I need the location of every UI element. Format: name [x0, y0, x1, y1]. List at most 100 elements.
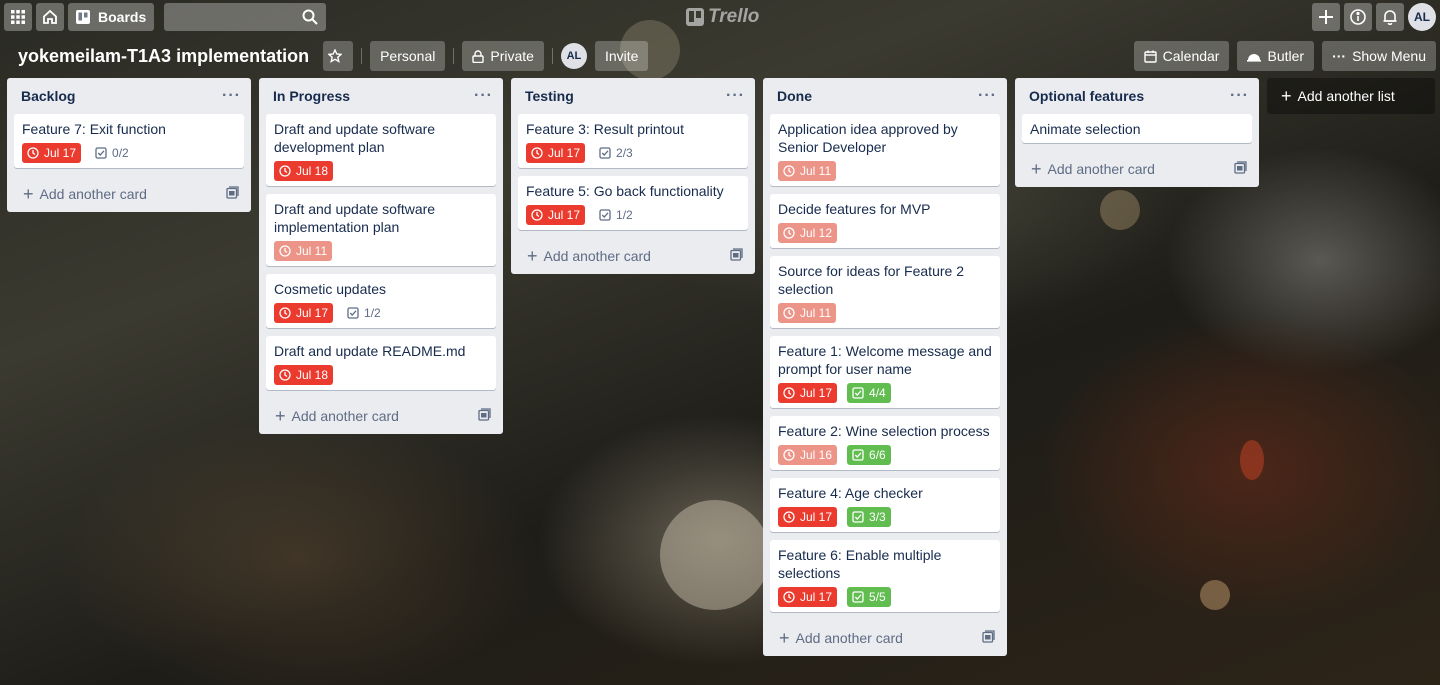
card[interactable]: Feature 1: Welcome message and prompt fo…	[770, 336, 1000, 408]
due-date-badge[interactable]: Jul 17	[778, 507, 838, 527]
add-card-button[interactable]: + Add another card	[259, 398, 503, 434]
plus-icon: +	[23, 184, 34, 204]
list-header[interactable]: Testing ···	[511, 78, 755, 114]
logo-text: Trello	[708, 6, 760, 27]
list-title[interactable]: Backlog	[21, 88, 75, 104]
list-backlog: Backlog ··· Feature 7: Exit function Jul 17…	[7, 78, 251, 212]
due-date-badge[interactable]: Jul 17	[778, 383, 838, 403]
list-menu-icon[interactable]: ···	[978, 87, 997, 105]
due-date: Jul 17	[548, 146, 581, 160]
due-date-badge[interactable]: Jul 11	[274, 241, 333, 261]
add-card-button[interactable]: + Add another card	[7, 176, 251, 212]
add-card-label: Add another card	[39, 186, 147, 202]
create-from-template-button[interactable]	[730, 248, 743, 264]
list-menu-icon[interactable]: ···	[222, 87, 241, 105]
boards-button[interactable]: Boards	[68, 3, 155, 31]
calendar-button[interactable]: Calendar	[1133, 41, 1230, 71]
list-header[interactable]: Done ···	[763, 78, 1007, 114]
due-date-badge[interactable]: Jul 18	[274, 161, 334, 181]
clock-icon	[279, 245, 291, 257]
home-button[interactable]	[36, 3, 64, 31]
due-date-badge[interactable]: Jul 17	[526, 205, 586, 225]
clock-icon	[783, 307, 795, 319]
apps-grid-button[interactable]	[4, 3, 32, 31]
card[interactable]: Application idea approved by Senior Deve…	[770, 114, 1000, 186]
create-from-template-button[interactable]	[982, 630, 995, 646]
list-testing: Testing ··· Feature 3: Result printout Jul …	[511, 78, 755, 274]
card[interactable]: Feature 5: Go back functionality Jul 17 1/…	[518, 176, 748, 230]
card-title: Application idea approved by Senior Deve…	[778, 121, 958, 155]
list-header[interactable]: Optional features ···	[1015, 78, 1259, 114]
list-title[interactable]: Done	[777, 88, 812, 104]
add-card-button[interactable]: + Add another card	[511, 238, 755, 274]
card-badges: Jul 18	[274, 365, 488, 385]
clock-icon	[783, 449, 795, 461]
list-menu-icon[interactable]: ···	[474, 87, 493, 105]
list-menu-icon[interactable]: ···	[1230, 87, 1249, 105]
user-avatar[interactable]: AL	[1408, 3, 1436, 31]
board-title[interactable]: yokemeilam-T1A3 implementation	[18, 46, 309, 67]
visibility-button[interactable]: Private	[462, 41, 544, 71]
due-date-badge[interactable]: Jul 17	[526, 143, 586, 163]
add-list-button[interactable]: + Add another list	[1267, 78, 1435, 114]
card[interactable]: Feature 3: Result printout Jul 17 2/3	[518, 114, 748, 168]
member-avatar[interactable]: AL	[560, 43, 587, 69]
list-title[interactable]: Optional features	[1029, 88, 1144, 104]
list-title[interactable]: In Progress	[273, 88, 350, 104]
checklist-badge: 1/2	[595, 205, 637, 225]
card[interactable]: Feature 7: Exit function Jul 17 0/2	[14, 114, 244, 168]
list-header[interactable]: Backlog ···	[7, 78, 251, 114]
create-from-template-button[interactable]	[226, 186, 239, 202]
card[interactable]: Decide features for MVP Jul 12	[770, 194, 1000, 248]
list-done: Done ··· Application idea approved by Seni…	[763, 78, 1007, 656]
search-input[interactable]	[164, 3, 327, 31]
show-menu-button[interactable]: ··· Show Menu	[1322, 41, 1436, 71]
divider	[551, 48, 553, 64]
trello-logo-icon	[686, 8, 704, 26]
due-date: Jul 17	[800, 590, 833, 604]
team-button[interactable]: Personal	[370, 41, 446, 71]
card[interactable]: Cosmetic updates Jul 17 1/2	[266, 274, 496, 328]
card-title: Animate selection	[1030, 121, 1141, 137]
create-button[interactable]	[1312, 3, 1340, 31]
card[interactable]: Feature 2: Wine selection process Jul 16 6…	[770, 416, 1000, 470]
due-date-badge[interactable]: Jul 16	[778, 445, 838, 465]
card-badges: Jul 17 0/2	[22, 143, 236, 163]
info-button[interactable]	[1344, 3, 1372, 31]
due-date-badge[interactable]: Jul 11	[778, 303, 837, 323]
plus-icon	[1319, 10, 1333, 24]
card-badges: Jul 11	[778, 161, 992, 181]
create-from-template-button[interactable]	[1234, 161, 1247, 177]
card[interactable]: Feature 4: Age checker Jul 17 3/3	[770, 478, 1000, 532]
list-title[interactable]: Testing	[525, 88, 574, 104]
clock-icon	[531, 209, 543, 221]
card[interactable]: Animate selection	[1022, 114, 1252, 143]
card-badges: Jul 17 4/4	[778, 383, 992, 403]
card[interactable]: Draft and update README.md Jul 18	[266, 336, 496, 390]
card[interactable]: Source for ideas for Feature 2 selection…	[770, 256, 1000, 328]
template-icon	[982, 630, 995, 643]
due-date-badge[interactable]: Jul 17	[22, 143, 82, 163]
due-date-badge[interactable]: Jul 12	[778, 223, 838, 243]
card[interactable]: Draft and update software development pl…	[266, 114, 496, 186]
notifications-button[interactable]	[1376, 3, 1404, 31]
star-button[interactable]	[323, 41, 354, 71]
create-from-template-button[interactable]	[478, 408, 491, 424]
add-card-button[interactable]: + Add another card	[1015, 151, 1259, 187]
list-in-progress: In Progress ··· Draft and update software …	[259, 78, 503, 434]
list-menu-icon[interactable]: ···	[726, 87, 745, 105]
due-date-badge[interactable]: Jul 18	[274, 365, 334, 385]
trello-logo[interactable]: Trello	[686, 6, 759, 28]
card[interactable]: Draft and update software implementation…	[266, 194, 496, 266]
list-header[interactable]: In Progress ···	[259, 78, 503, 114]
add-card-button[interactable]: + Add another card	[763, 620, 1007, 656]
clock-icon	[783, 591, 795, 603]
due-date-badge[interactable]: Jul 17	[778, 587, 838, 607]
invite-button[interactable]: Invite	[594, 41, 649, 71]
card[interactable]: Feature 6: Enable multiple selections Jul…	[770, 540, 1000, 612]
due-date-badge[interactable]: Jul 17	[274, 303, 334, 323]
butler-button[interactable]: Butler	[1237, 41, 1315, 71]
boards-label: Boards	[98, 9, 147, 25]
card-badges: Jul 16 6/6	[778, 445, 992, 465]
due-date-badge[interactable]: Jul 11	[778, 161, 837, 181]
